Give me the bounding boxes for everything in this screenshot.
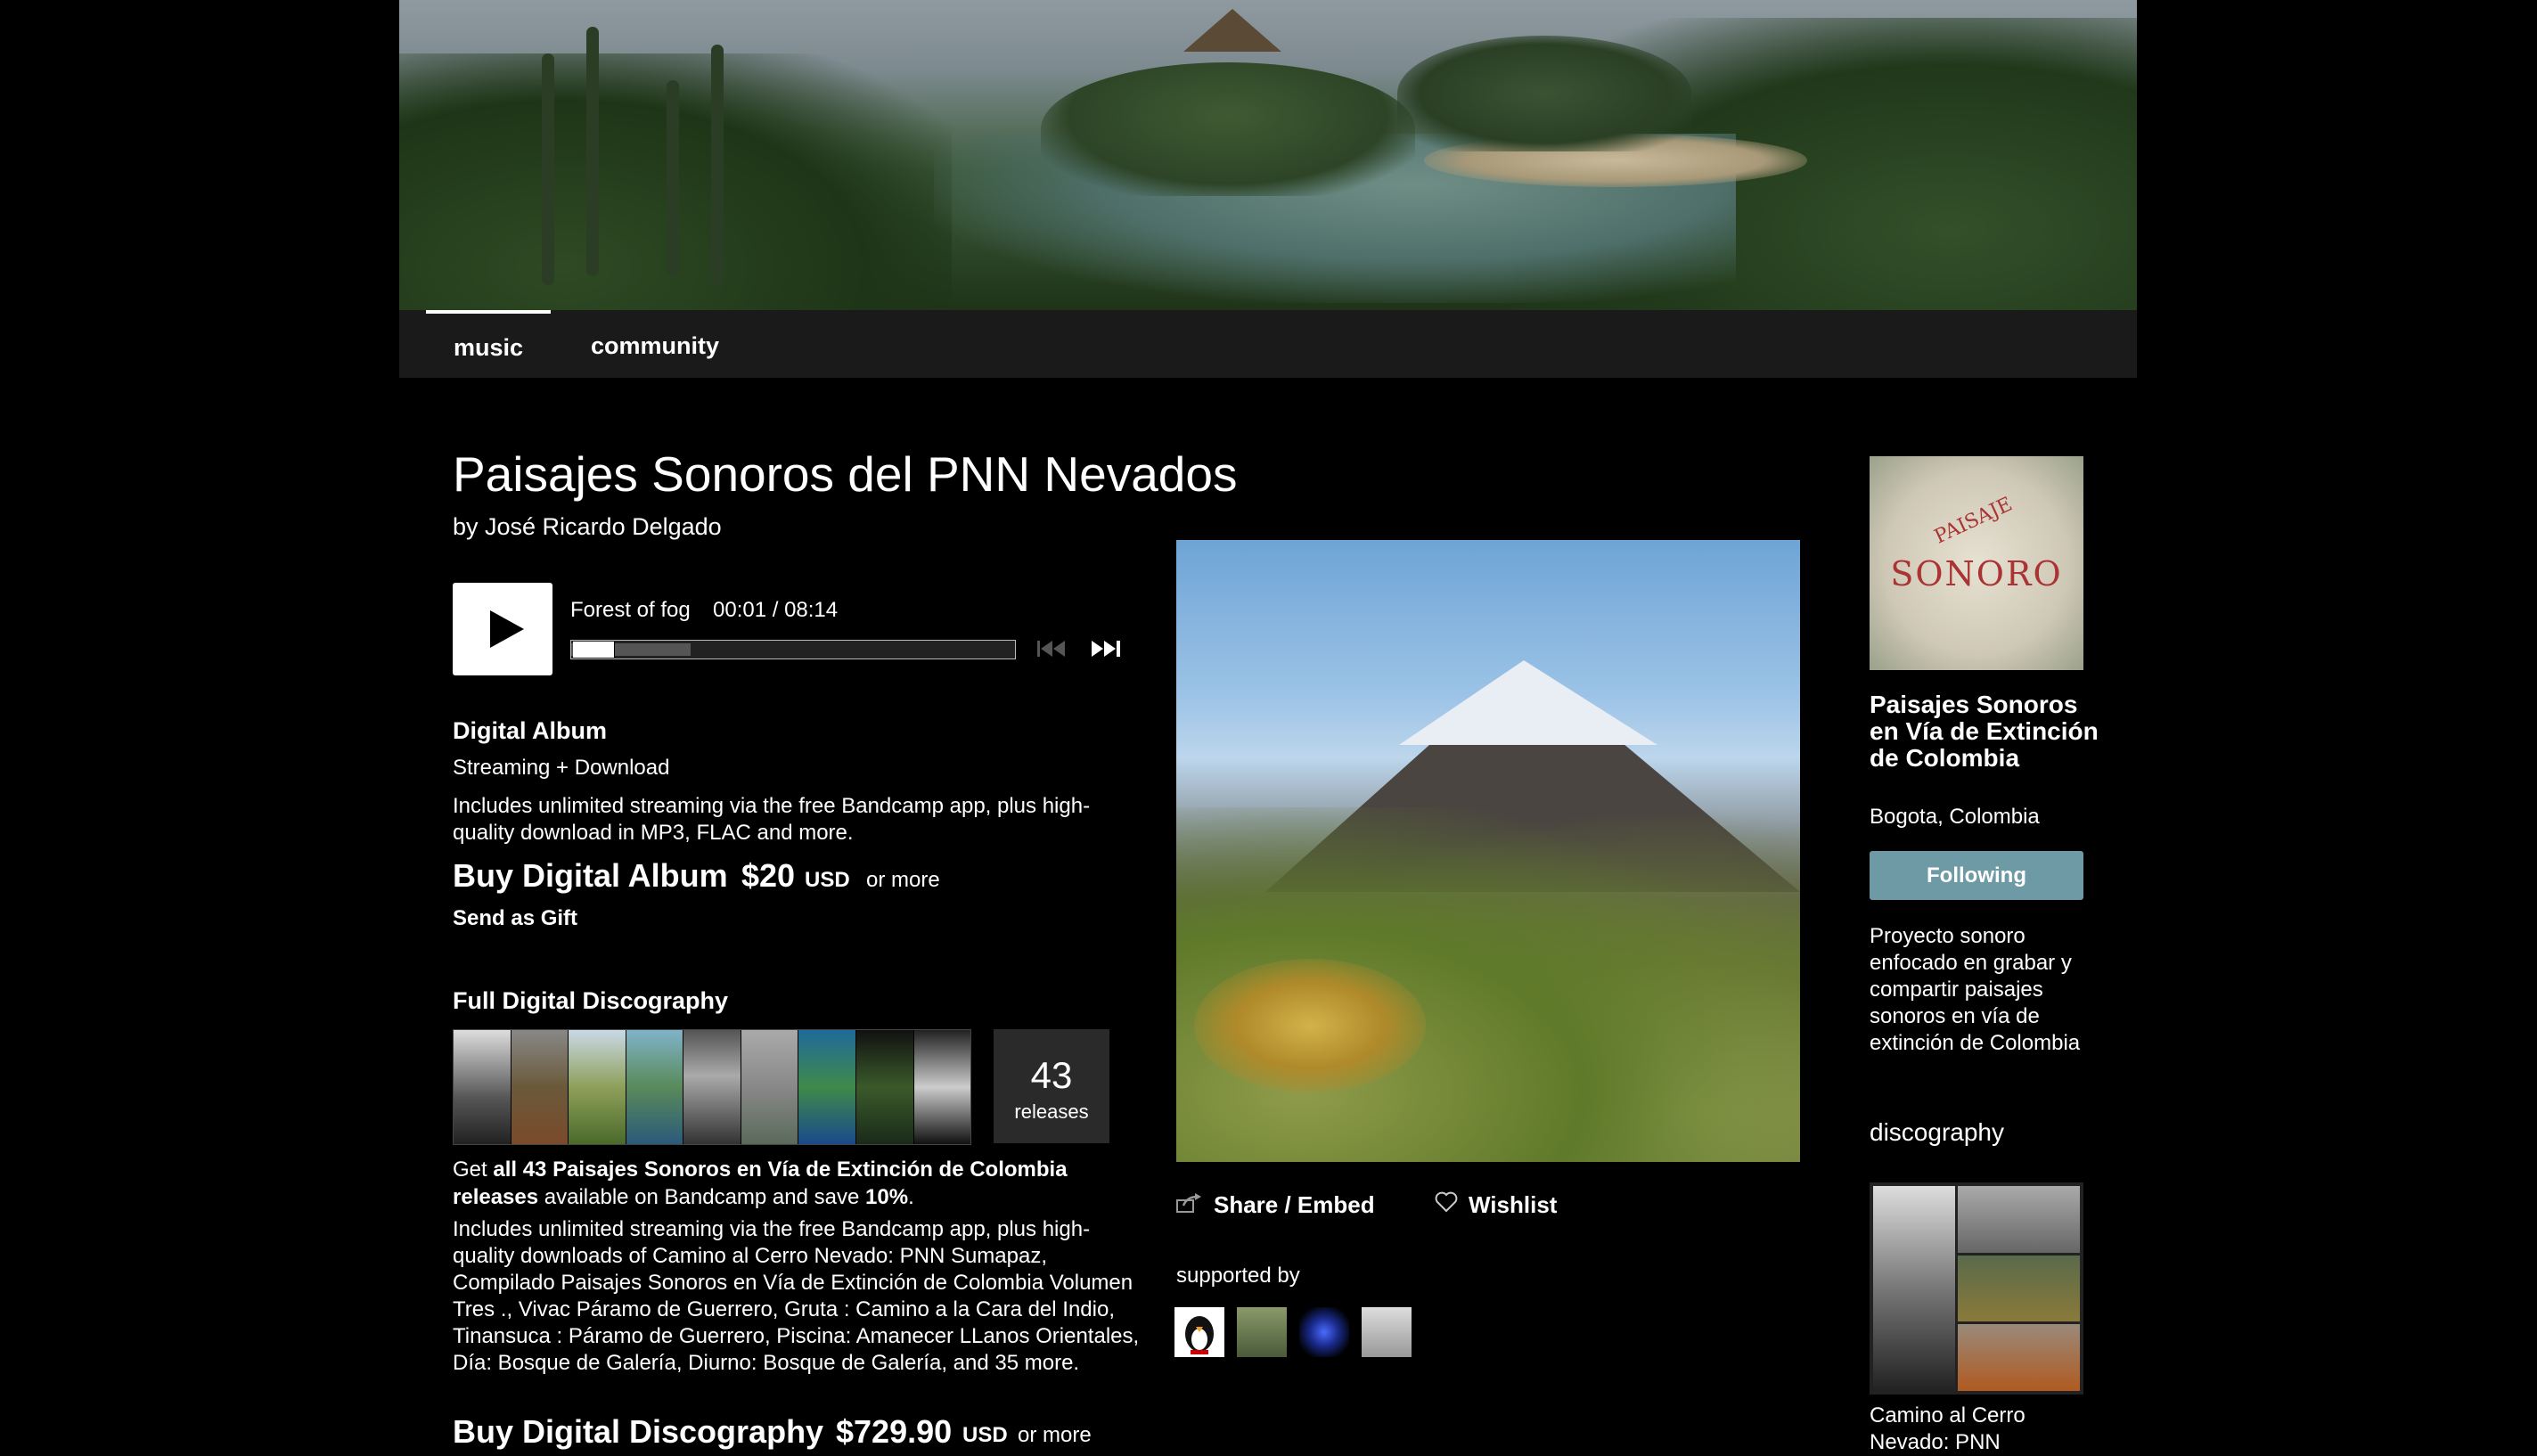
- release-count-label: releases: [1014, 1100, 1089, 1123]
- header-banner-image: [399, 0, 2137, 310]
- track-time: 00:01 / 08:14: [713, 598, 839, 622]
- release-thumbnail: [569, 1030, 626, 1144]
- following-button[interactable]: Following: [1870, 851, 2083, 900]
- band-logo-image[interactable]: PAISAJE SONORO: [1870, 456, 2083, 670]
- wishlist-button[interactable]: Wishlist: [1435, 1191, 1557, 1219]
- tab-community[interactable]: community: [591, 310, 719, 378]
- supporter-avatar[interactable]: [1299, 1307, 1349, 1357]
- artist-byline[interactable]: by José Ricardo Delgado: [453, 513, 722, 541]
- progress-thumb[interactable]: [573, 642, 615, 658]
- band-logo-text-main: SONORO: [1890, 554, 2063, 593]
- release-thumbnail: [511, 1030, 569, 1144]
- band-name[interactable]: Paisajes Sonoros en Vía de Extinción de …: [1870, 691, 2101, 772]
- buy-digital-album-link[interactable]: Buy Digital Album: [453, 857, 728, 895]
- band-location: Bogota, Colombia: [1870, 805, 2040, 829]
- share-embed-button[interactable]: Share / Embed: [1176, 1191, 1375, 1219]
- band-bio: Proyecto sonoro enfocado en grabar y com…: [1870, 924, 2081, 1055]
- supported-by-label: supported by: [1176, 1264, 1300, 1288]
- send-as-gift-link[interactable]: Send as Gift: [453, 906, 577, 931]
- discography-currency: USD: [962, 1423, 1008, 1447]
- release-thumbnail: [626, 1030, 684, 1144]
- current-track-title: Forest of fog: [570, 598, 691, 622]
- album-currency: USD: [805, 868, 850, 892]
- supporter-avatar[interactable]: [1237, 1307, 1287, 1357]
- discography-description: Includes unlimited streaming via the fre…: [453, 1217, 1140, 1375]
- digital-album-subheading: Streaming + Download: [453, 756, 670, 780]
- album-price: $20: [741, 857, 796, 894]
- previous-track-icon[interactable]: [1036, 637, 1068, 660]
- play-icon: [490, 610, 524, 648]
- tab-music[interactable]: music: [426, 310, 551, 378]
- album-or-more: or more: [866, 868, 940, 892]
- album-title: Paisajes Sonoros del PNN Nevados: [453, 446, 1238, 502]
- release-thumbnail: [741, 1030, 799, 1144]
- next-track-icon[interactable]: [1090, 637, 1122, 660]
- track-progress-bar[interactable]: [570, 640, 1016, 659]
- discography-thumbnail-strip[interactable]: [453, 1029, 971, 1145]
- band-nav-bar: music community: [399, 310, 2137, 378]
- digital-album-heading: Digital Album: [453, 717, 607, 744]
- heart-icon: [1435, 1191, 1460, 1219]
- band-logo-text-top: PAISAJE: [1931, 493, 2017, 549]
- share-icon: [1176, 1191, 1203, 1219]
- release-thumbnail: [913, 1030, 971, 1144]
- digital-album-description: Includes unlimited streaming via the fre…: [453, 794, 1091, 845]
- release-thumbnail: [683, 1030, 741, 1144]
- supporter-avatar[interactable]: [1174, 1307, 1224, 1357]
- release-count: 43: [1030, 1054, 1073, 1096]
- discography-item-art[interactable]: [1870, 1182, 2083, 1395]
- buy-digital-discography-link[interactable]: Buy Digital Discography: [453, 1413, 823, 1451]
- discography-heading[interactable]: discography: [1870, 1118, 2004, 1147]
- release-thumbnail: [454, 1030, 511, 1144]
- discography-or-more: or more: [1018, 1423, 1092, 1447]
- discography-item-title[interactable]: Camino al Cerro Nevado: PNN: [1870, 1403, 2083, 1456]
- discography-offer-text: Get all 43 Paisajes Sonoros en Vía de Ex…: [453, 1157, 1068, 1209]
- play-button[interactable]: [453, 583, 552, 675]
- release-thumbnail: [855, 1030, 914, 1144]
- discography-price: $729.90: [836, 1413, 953, 1450]
- release-count-box[interactable]: 43 releases: [994, 1029, 1109, 1143]
- supporter-avatar[interactable]: [1362, 1307, 1412, 1357]
- album-cover-art[interactable]: [1176, 540, 1800, 1162]
- release-thumbnail: [798, 1030, 856, 1144]
- full-discography-heading: Full Digital Discography: [453, 987, 729, 1014]
